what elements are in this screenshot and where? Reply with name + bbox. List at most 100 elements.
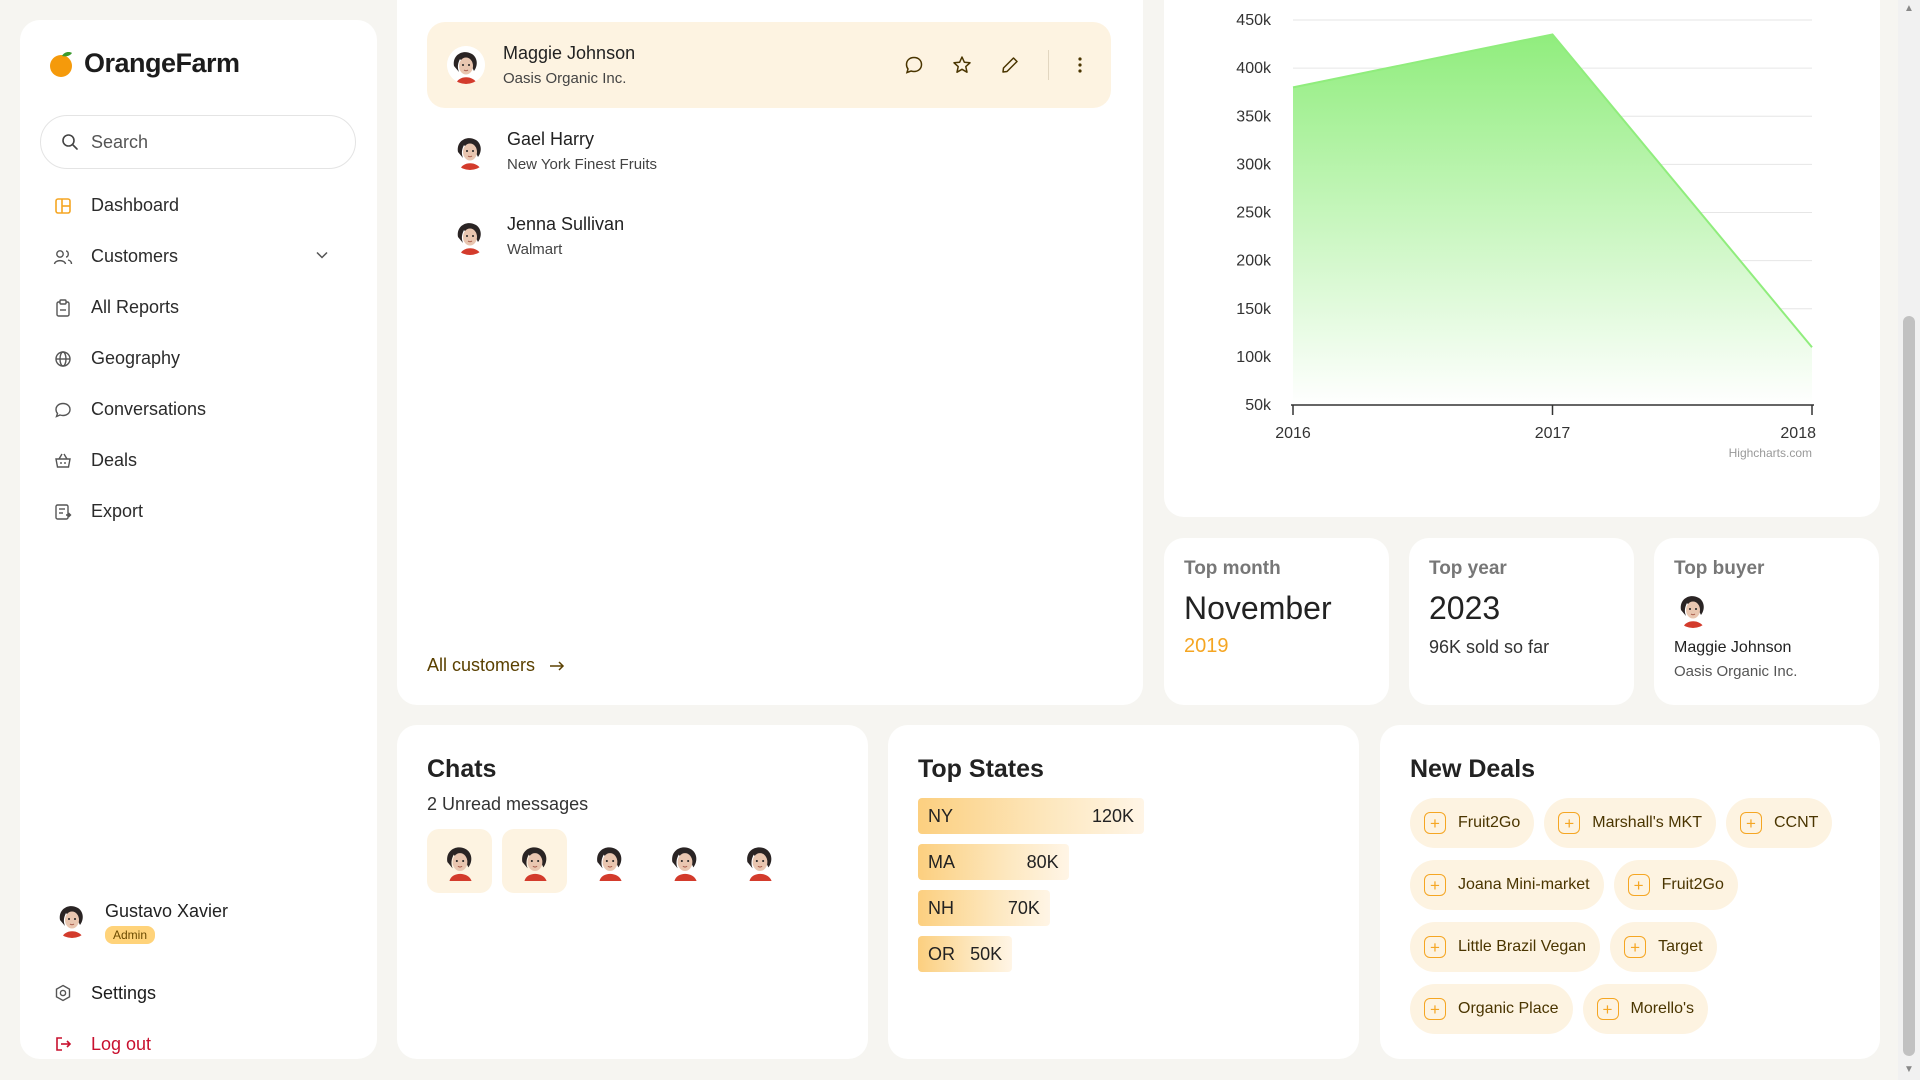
sidebar-item-geography[interactable]: Geography	[53, 333, 363, 384]
top-year-value: 2023	[1429, 590, 1501, 626]
deal-chip[interactable]: + Fruit2Go	[1613, 860, 1738, 910]
scroll-down-arrow-icon[interactable]: ▼	[1904, 1064, 1914, 1075]
y-tick-label: 200k	[1236, 253, 1272, 270]
deal-chip[interactable]: + Little Brazil Vegan	[1410, 922, 1601, 972]
arrow-right-icon	[550, 660, 565, 671]
y-tick-label: 350k	[1236, 108, 1272, 125]
sidebar: OrangeFarm Search Dashboard Customers Al…	[20, 20, 377, 1059]
deal-chip[interactable]: + Morello's	[1582, 984, 1709, 1034]
chat-avatar[interactable]	[652, 829, 717, 893]
chat-avatar[interactable]	[727, 829, 792, 893]
chat-avatar[interactable]	[502, 829, 567, 893]
scroll-thumb[interactable]	[1903, 316, 1915, 1056]
logout-icon	[53, 1034, 73, 1054]
sidebar-item-customers[interactable]: Customers	[53, 231, 363, 282]
avatar	[447, 46, 485, 84]
sidebar-item-export[interactable]: Export	[53, 486, 363, 537]
deal-chip[interactable]: + CCNT	[1725, 798, 1833, 848]
plus-icon: +	[1596, 998, 1619, 1020]
plus-icon: +	[1739, 812, 1762, 834]
chat-avatar-list	[427, 829, 838, 893]
logout-link[interactable]: Log out	[53, 1029, 151, 1059]
customer-company: Walmart	[507, 241, 563, 258]
state-bar[interactable]: MA 80K	[918, 844, 1069, 880]
state-name: MA	[928, 851, 955, 872]
chat-avatar[interactable]	[577, 829, 642, 893]
sidebar-item-label: Customers	[91, 246, 179, 266]
top-buyer-card: Top buyer Maggie Johnson Oasis Organic I…	[1654, 538, 1879, 705]
deal-label: CCNT	[1773, 814, 1819, 831]
chat-avatar[interactable]	[427, 829, 492, 893]
new-deals-title: New Deals	[1410, 755, 1536, 783]
dashboard-icon	[53, 196, 73, 216]
deal-label: Joana Mini-market	[1458, 876, 1590, 893]
edit-icon[interactable]	[1000, 55, 1020, 75]
deal-chip[interactable]: + Target	[1610, 922, 1717, 972]
area-series[interactable]	[1293, 34, 1812, 405]
deal-label: Marshall's MKT	[1592, 814, 1702, 831]
app-name: OrangeFarm	[84, 48, 240, 78]
top-states-title: Top States	[918, 755, 1044, 783]
users-icon	[53, 247, 73, 267]
user-profile[interactable]: Gustavo Xavier Admin	[53, 900, 228, 944]
search-placeholder: Search	[91, 131, 149, 152]
search-icon	[62, 134, 78, 150]
customer-row[interactable]: Gael Harry New York Finest Fruits	[427, 108, 1111, 194]
state-bar[interactable]: OR 50K	[918, 936, 1013, 972]
sidebar-item-label: Deals	[91, 450, 138, 470]
y-tick-label: 50k	[1245, 397, 1272, 414]
y-tick-label: 400k	[1236, 60, 1272, 77]
stat-label: Top year	[1429, 558, 1507, 579]
role-badge: Admin	[105, 926, 156, 944]
sidebar-item-all-reports[interactable]: All Reports	[53, 282, 363, 333]
deal-chip[interactable]: + Organic Place	[1410, 984, 1573, 1034]
new-deals-card: New Deals + Fruit2Go + Marshall's MKT + CCN…	[1380, 725, 1880, 1059]
customer-name: Jenna Sullivan	[507, 214, 625, 234]
deal-label: Fruit2Go	[1661, 876, 1724, 893]
deal-label: Morello's	[1630, 1000, 1695, 1017]
sidebar-item-label: Export	[91, 501, 144, 521]
search-input[interactable]: Search	[40, 115, 356, 169]
scroll-up-arrow-icon[interactable]: ▲	[1904, 3, 1914, 14]
chats-card: Chats 2 Unread messages	[397, 725, 868, 1059]
app-logo[interactable]: OrangeFarm	[48, 48, 240, 79]
page-scrollbar[interactable]: ▲ ▼	[1898, 0, 1920, 1080]
sidebar-item-dashboard[interactable]: Dashboard	[53, 180, 363, 231]
stat-label: Top month	[1184, 558, 1281, 579]
customer-row[interactable]: Jenna Sullivan Walmart	[427, 193, 1111, 279]
state-bar[interactable]: NY 120K	[918, 798, 1145, 834]
deal-chip[interactable]: + Fruit2Go	[1410, 798, 1535, 848]
sidebar-item-deals[interactable]: Deals	[53, 435, 363, 486]
sidebar-item-conversations[interactable]: Conversations	[53, 384, 363, 435]
state-bar[interactable]: NH 70K	[918, 890, 1050, 926]
message-icon[interactable]	[904, 55, 924, 75]
customer-row[interactable]: Maggie Johnson Oasis Organic Inc.	[427, 22, 1111, 108]
customer-actions	[904, 50, 1083, 80]
deal-chip[interactable]: + Marshall's MKT	[1544, 798, 1716, 848]
state-value: 50K	[970, 943, 1003, 964]
deal-label: Organic Place	[1458, 1000, 1559, 1017]
all-customers-link[interactable]: All customers	[427, 655, 565, 676]
top-month-year: 2019	[1184, 635, 1229, 657]
state-value: 120K	[1092, 805, 1135, 826]
state-name: NY	[928, 805, 954, 826]
chevron-down-icon[interactable]	[315, 248, 329, 262]
y-tick-label: 100k	[1236, 349, 1272, 366]
stat-label: Top buyer	[1674, 558, 1765, 579]
state-value: 70K	[1007, 897, 1040, 918]
divider	[1048, 50, 1049, 80]
plus-icon: +	[1558, 812, 1581, 834]
deal-chip[interactable]: + Joana Mini-market	[1410, 860, 1604, 910]
deal-label: Little Brazil Vegan	[1458, 938, 1587, 955]
more-vertical-icon[interactable]	[1077, 55, 1083, 75]
star-icon[interactable]	[952, 55, 972, 75]
export-icon	[53, 502, 73, 522]
avatar	[451, 132, 489, 170]
top-buyer-company: Oasis Organic Inc.	[1674, 663, 1798, 680]
state-name: OR	[928, 943, 955, 964]
sales-chart-card: 50k 100k 150k 200k 250k 300k 350k 400k 450k 2016 2…	[1164, 0, 1880, 517]
customer-company: New York Finest Fruits	[507, 156, 658, 173]
sidebar-item-label: Geography	[91, 348, 181, 368]
chart-credit[interactable]: Highcharts.com	[1729, 446, 1812, 460]
settings-link[interactable]: Settings	[53, 978, 156, 1008]
